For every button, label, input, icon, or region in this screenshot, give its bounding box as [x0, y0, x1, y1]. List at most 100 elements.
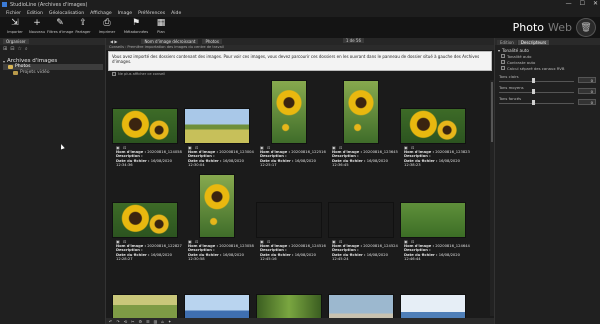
right-panel: Edition Descripteurs ▾ Tonalité auto Ton… — [494, 38, 600, 324]
tip-panel: Conseils : Première importation des imag… — [106, 45, 494, 79]
trash-button[interactable]: 🗑 — [576, 18, 596, 37]
tab-organiser[interactable]: Organiser — [3, 39, 29, 44]
statusbar-tool-icon[interactable]: ☰ — [146, 319, 150, 324]
folder-icon — [13, 71, 18, 75]
menu-aide[interactable]: Aide — [171, 11, 181, 16]
slider-track[interactable] — [499, 92, 574, 93]
slider-track[interactable] — [499, 103, 574, 104]
scrollbar-thumb[interactable] — [491, 82, 493, 142]
photo-image[interactable] — [271, 80, 307, 144]
page-indicator[interactable]: 1 de 56 — [342, 38, 364, 43]
slider-knob[interactable] — [532, 100, 535, 105]
metadata-value: 12:30:04 — [188, 163, 205, 168]
photo-image[interactable] — [328, 202, 394, 238]
filter-dropdown[interactable]: Photos — [202, 39, 222, 44]
metadata-key: Description : — [188, 154, 215, 159]
tree-node-video-projects[interactable]: Projets vidéo — [3, 70, 105, 76]
close-button[interactable]: ✕ — [593, 0, 598, 7]
statusbar-tool-icon[interactable]: ⚙ — [138, 319, 142, 324]
metadata-value: 16/08/2020 — [149, 252, 172, 257]
map-icon: ▦ — [156, 18, 166, 28]
tip-message: Vous avez importé des dossiers contenant… — [108, 51, 492, 71]
photo-image[interactable] — [199, 174, 235, 238]
slider-knob[interactable] — [532, 78, 535, 83]
statusbar-tool-icon[interactable]: ↶ — [109, 319, 112, 324]
menu-affichage[interactable]: Affichage — [90, 11, 112, 16]
mode-photo-tab[interactable]: Photo — [513, 21, 544, 34]
metadata-key: Date du fichier : — [188, 252, 222, 257]
menu-fichier[interactable]: Fichier — [6, 11, 21, 16]
metadata-button[interactable]: ⚑ Métadonnées — [123, 17, 149, 38]
slider-value-input[interactable]: 0 — [578, 99, 596, 105]
metadata-value: 20200816_124644 — [434, 244, 470, 248]
photo-image[interactable] — [112, 202, 178, 238]
metadata-key: Description : — [332, 154, 359, 159]
metadata-key: Description : — [260, 248, 287, 253]
statusbar-tool-icon[interactable]: ▥ — [154, 319, 158, 324]
metadata-value: 12:45:24 — [332, 257, 349, 262]
maximize-button[interactable]: ☐ — [580, 0, 585, 7]
photo-metadata: Nom d'image : 20200816_123004 Description… — [188, 150, 254, 168]
photo-image[interactable] — [256, 202, 322, 238]
slider-value-input[interactable]: 0 — [578, 77, 596, 83]
metadata-value: 16/08/2020 — [365, 158, 388, 163]
collapse-icon[interactable]: ⊟ — [10, 46, 14, 52]
metadata-key: Nom d'image : — [332, 150, 363, 154]
metadata-key: Description : — [404, 248, 431, 253]
favorite-icon[interactable]: ☆ — [17, 46, 21, 52]
print-button[interactable]: ⎙ Imprimer — [94, 17, 120, 38]
option-label: Calcul séparé des canaux RVB — [507, 65, 565, 71]
image-browser: ◀ ▶ Nom d'image décroissant Photos 1 de … — [106, 38, 494, 324]
photo-metadata: Nom d'image : 20200816_123823 Description… — [404, 150, 470, 168]
shadows-slider[interactable]: Tons foncés 0 — [495, 96, 600, 107]
statusbar-tool-icon[interactable]: ✂ — [131, 319, 134, 324]
menu-image[interactable]: Image — [118, 11, 132, 16]
photo-image[interactable] — [343, 80, 379, 144]
metadata-key: Date du fichier : — [116, 158, 150, 163]
expand-icon[interactable]: ⊞ — [3, 46, 7, 52]
photo-metadata: Nom d'image : 20200816_123058 Description… — [188, 244, 254, 262]
mode-web-tab[interactable]: Web — [548, 21, 572, 34]
metadata-key: Nom d'image : — [188, 244, 219, 248]
tab-edition[interactable]: Edition — [497, 40, 517, 45]
slider-knob[interactable] — [532, 89, 535, 94]
statusbar-tool-icon[interactable]: ⌂ — [161, 319, 164, 324]
photo-image[interactable] — [112, 108, 178, 144]
metadata-value: 16/08/2020 — [221, 158, 244, 163]
app-window: StudioLine (Archives d'images) — ☐ ✕ Fic… — [0, 0, 600, 324]
sort-dropdown[interactable]: Nom d'image décroissant — [141, 39, 199, 44]
statusbar-tool-icon[interactable]: ⟲ — [124, 319, 127, 324]
nav-arrows-icon[interactable]: ◀ ▶ — [110, 39, 117, 44]
dont-show-checkbox[interactable]: Ne plus afficher ce conseil — [106, 72, 494, 76]
midtones-slider[interactable]: Tons moyens 0 — [495, 85, 600, 96]
metadata-value: 12:36:45 — [332, 163, 349, 168]
map-button[interactable]: ▦ Plan — [148, 17, 174, 38]
photo-image[interactable] — [184, 108, 250, 144]
minimize-button[interactable]: — — [566, 0, 572, 7]
search-icon[interactable]: ⌕ — [25, 46, 28, 52]
metadata-key: Nom d'image : — [404, 150, 435, 154]
metadata-key: Nom d'image : — [188, 150, 219, 154]
menu-preferences[interactable]: Préférences — [138, 11, 165, 16]
metadata-key: Nom d'image : — [332, 244, 363, 248]
metadata-key: Date du fichier : — [404, 252, 438, 257]
photo-image[interactable] — [400, 202, 466, 238]
tab-descripteurs[interactable]: Descripteurs — [517, 40, 550, 45]
photo-image[interactable] — [400, 108, 466, 144]
metadata-value: 16/08/2020 — [437, 158, 460, 163]
trash-icon: 🗑 — [580, 23, 592, 33]
menu-geolocalisation[interactable]: Géolocalisation — [49, 11, 84, 16]
statusbar-tool-icon[interactable]: ✦ — [168, 319, 171, 324]
share-button[interactable]: ⇪ Partager — [70, 17, 96, 38]
menu-edition[interactable]: Edition — [27, 11, 43, 16]
slider-track[interactable] — [499, 81, 574, 82]
statusbar-tool-icon[interactable]: ↷ — [116, 319, 119, 324]
metadata-value: 16/08/2020 — [437, 252, 460, 257]
metadata-key: Description : — [260, 154, 287, 159]
metadata-key: Date du fichier : — [116, 252, 150, 257]
slider-value-input[interactable]: 0 — [578, 88, 596, 94]
metadata-key: Date du fichier : — [260, 252, 294, 257]
highlights-slider[interactable]: Tons clairs 0 — [495, 74, 600, 85]
window-title: StudioLine (Archives d'images) — [10, 1, 88, 8]
folder-icon — [8, 65, 13, 69]
